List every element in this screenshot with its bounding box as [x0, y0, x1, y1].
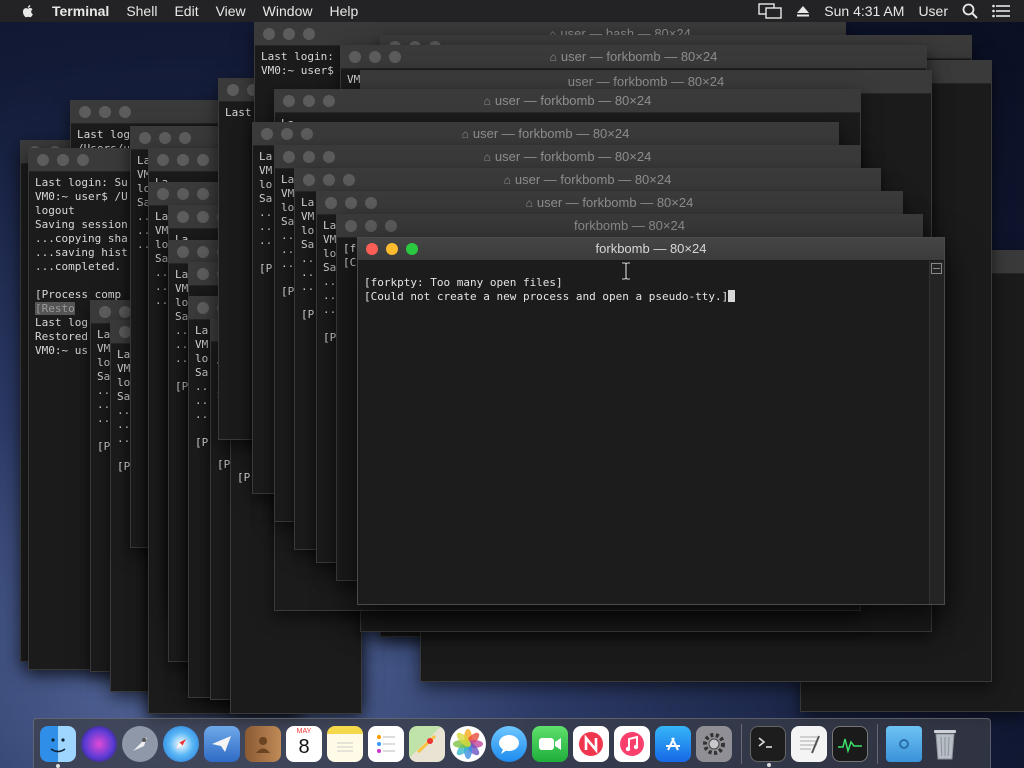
textedit-icon[interactable] — [791, 725, 827, 762]
menu-edit[interactable]: Edit — [174, 3, 198, 19]
contacts-icon[interactable] — [245, 725, 281, 762]
maps-icon[interactable] — [409, 725, 445, 762]
window-title: forkbomb — 80×24 — [595, 241, 707, 256]
siri-icon[interactable] — [81, 725, 117, 762]
menu-view[interactable]: View — [216, 3, 246, 19]
notes-icon[interactable] — [327, 725, 363, 762]
news-icon[interactable] — [573, 725, 609, 762]
close-button[interactable] — [37, 154, 49, 166]
activity-monitor-icon[interactable] — [832, 725, 868, 762]
minimize-button[interactable] — [57, 154, 69, 166]
menu-terminal[interactable]: Terminal — [52, 3, 109, 19]
zoom-button[interactable] — [77, 154, 89, 166]
text-cursor — [728, 290, 736, 302]
music-icon[interactable] — [614, 725, 650, 762]
trash-icon[interactable] — [927, 726, 963, 762]
facetime-icon[interactable] — [532, 725, 568, 762]
calendar-icon[interactable]: MAY 8 — [286, 725, 322, 762]
safari-icon[interactable] — [163, 725, 199, 762]
clock[interactable]: Sun 4:31 AM — [824, 3, 904, 19]
user-menu[interactable]: User — [918, 3, 948, 19]
output-line: [forkpty: Too many open files] — [364, 276, 563, 289]
display-mirroring-icon[interactable] — [758, 3, 782, 19]
spotlight-search-icon[interactable] — [962, 3, 978, 19]
close-button[interactable] — [366, 243, 378, 255]
home-icon: ⌂ — [525, 196, 533, 210]
terminal-icon[interactable] — [750, 725, 786, 767]
menu-help[interactable]: Help — [329, 3, 358, 19]
home-icon: ⌂ — [503, 173, 511, 187]
status-area: Sun 4:31 AM User — [758, 0, 1024, 22]
scrollbar[interactable] — [929, 261, 944, 604]
notification-center-icon[interactable] — [992, 4, 1010, 18]
dock: MAY 8 — [33, 718, 991, 768]
finder-icon[interactable] — [40, 725, 76, 768]
menu-shell[interactable]: Shell — [126, 3, 157, 19]
downloads-folder-icon[interactable] — [886, 725, 922, 762]
app-store-icon[interactable] — [655, 725, 691, 762]
terminal-output[interactable]: [forkpty: Too many open files] [Could no… — [358, 261, 930, 604]
system-preferences-icon[interactable] — [696, 725, 732, 762]
zoom-button[interactable] — [406, 243, 418, 255]
split-pane-icon[interactable] — [931, 263, 942, 274]
menu-bar: Terminal Shell Edit View Window Help Sun… — [0, 0, 1024, 22]
eject-icon[interactable] — [796, 4, 810, 18]
menu-window[interactable]: Window — [263, 3, 313, 19]
mail-icon[interactable] — [204, 725, 240, 762]
terminal-window-front[interactable]: forkbomb — 80×24 [forkpty: Too many open… — [357, 237, 945, 605]
launchpad-icon[interactable] — [122, 725, 158, 762]
minimize-button[interactable] — [386, 243, 398, 255]
title-bar[interactable]: forkbomb — 80×24 — [358, 238, 944, 261]
home-icon: ⌂ — [483, 94, 491, 108]
home-icon: ⌂ — [461, 127, 469, 141]
home-icon: ⌂ — [483, 150, 491, 164]
output-line: [Could not create a new process and open… — [364, 290, 729, 303]
ibeam-cursor-icon — [622, 262, 630, 280]
photos-icon[interactable] — [450, 725, 486, 762]
reminders-icon[interactable] — [368, 725, 404, 762]
dock-separator — [877, 723, 878, 764]
messages-icon[interactable] — [491, 725, 527, 762]
home-icon: ⌂ — [549, 50, 557, 64]
apple-menu-icon[interactable] — [20, 3, 36, 19]
dock-separator — [741, 723, 742, 764]
